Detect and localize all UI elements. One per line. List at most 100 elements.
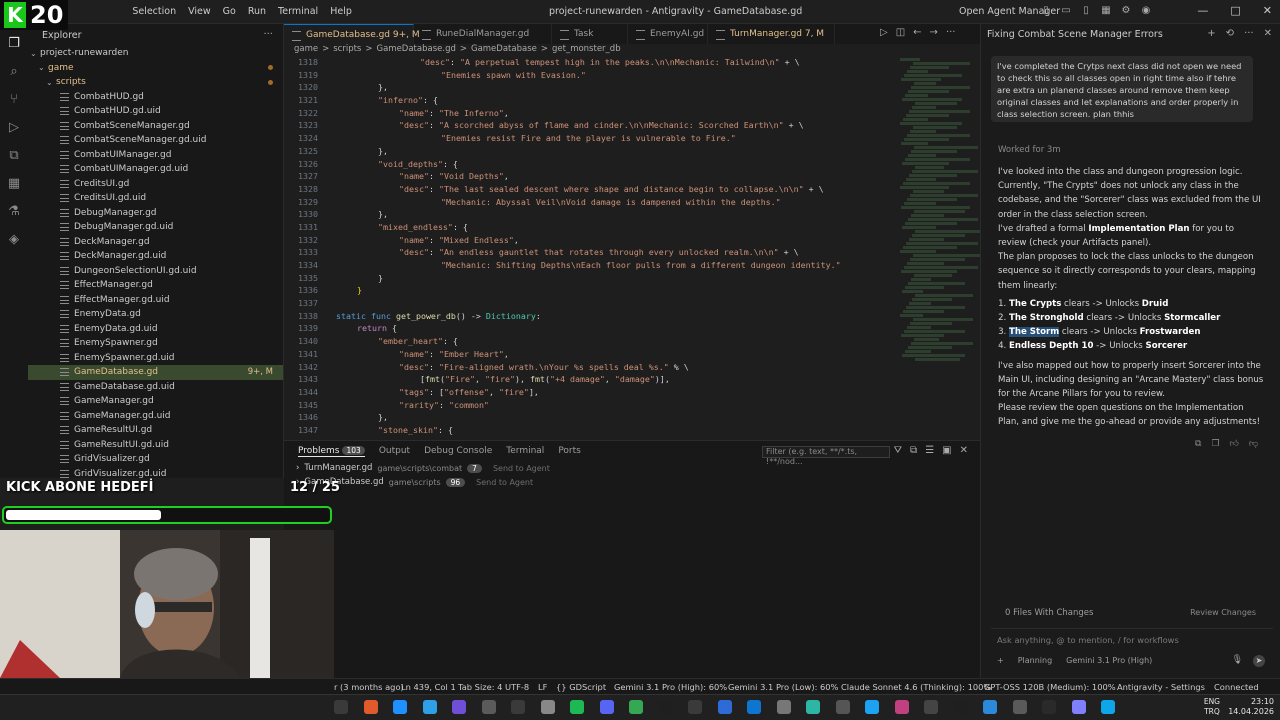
account-icon[interactable]: ◉ <box>1140 5 1152 17</box>
brave-icon[interactable] <box>363 700 378 714</box>
editor-tab[interactable]: EnemyAI.gd <box>628 24 708 44</box>
microphone-icon[interactable]: 🎙︎ <box>1232 655 1243 665</box>
more-actions-icon[interactable]: ··· <box>946 27 956 38</box>
menu-help[interactable]: Help <box>324 6 358 17</box>
split-editor-icon[interactable]: ◫ <box>896 27 905 38</box>
menu-go[interactable]: Go <box>217 6 242 17</box>
file-icon[interactable] <box>776 700 791 714</box>
run-icon[interactable]: ▷ <box>880 27 888 38</box>
discord-icon[interactable] <box>599 700 614 714</box>
testing-icon[interactable]: ⚗ <box>0 198 28 226</box>
copy-icon[interactable]: ❐ <box>1211 439 1219 449</box>
settings-icon[interactable] <box>481 700 496 714</box>
status-item[interactable]: GPT-OSS 120B (Medium): 100% <box>984 682 1116 692</box>
implementation-plan-link[interactable]: Implementation Plan <box>1088 224 1189 234</box>
thumbs-up-icon[interactable]: 👍︎ <box>1230 439 1239 449</box>
spotify-icon[interactable] <box>570 700 584 714</box>
status-item[interactable]: r (3 months ago) <box>334 682 404 692</box>
file-item[interactable]: DungeonSelectionUI.gd.uid <box>28 264 283 279</box>
send-icon[interactable]: ➤ <box>1253 655 1265 667</box>
status-item[interactable]: Gemini 3.1 Pro (Low): 60% <box>728 682 838 692</box>
app-icon[interactable] <box>953 700 968 714</box>
thumbs-down-icon[interactable]: 👎︎ <box>1249 439 1258 449</box>
file-item[interactable]: GameManager.gd <box>28 394 283 409</box>
file-item[interactable]: GameDatabase.gd.uid <box>28 380 283 395</box>
search-icon[interactable]: ⌕ <box>0 58 28 86</box>
app-icon[interactable] <box>924 700 938 714</box>
panel-tab[interactable]: Terminal <box>506 446 544 456</box>
close-panel-icon[interactable]: ✕ <box>960 445 968 456</box>
file-item[interactable]: CombatUIManager.gd.uid <box>28 162 283 177</box>
review-changes-button[interactable]: Review Changes <box>1190 608 1256 617</box>
history-icon[interactable]: ⟲ <box>1226 28 1234 39</box>
toggle-panel-icon[interactable]: ▭ <box>1060 5 1072 17</box>
breadcrumb-item[interactable]: game <box>294 44 318 57</box>
editor-tab[interactable]: Task <box>552 24 628 44</box>
app-icon[interactable] <box>835 700 850 714</box>
add-context-icon[interactable]: + <box>997 656 1004 665</box>
folder-game[interactable]: ⌄ game <box>28 61 283 76</box>
minimize-button[interactable]: — <box>1197 4 1208 17</box>
run-debug-icon[interactable]: ▷ <box>0 114 28 142</box>
panel-tab[interactable]: Problems 103 <box>298 445 365 457</box>
editor-tab[interactable]: GameDatabase.gd 9+, M <box>284 24 420 44</box>
mode-selector[interactable]: Planning <box>1018 656 1052 665</box>
forward-icon[interactable]: → <box>930 27 938 38</box>
file-item[interactable]: GridVisualizer.gd.uid <box>28 467 283 478</box>
file-item[interactable]: CombatSceneManager.gd <box>28 119 283 134</box>
status-item[interactable]: UTF-8 <box>505 682 529 692</box>
file-item[interactable]: CombatHUD.gd.uid <box>28 104 283 119</box>
file-item[interactable]: DebugManager.gd.uid <box>28 220 283 235</box>
extensions-icon[interactable]: ▦ <box>0 170 28 198</box>
photoshop-icon[interactable] <box>717 700 732 714</box>
obs-icon[interactable] <box>452 700 466 714</box>
vscode-icon[interactable] <box>983 700 997 714</box>
breadcrumb-item[interactable]: get_monster_db <box>552 44 621 57</box>
terminal-icon[interactable] <box>658 700 673 714</box>
language-indicator[interactable]: ENG TRQ <box>1204 697 1220 717</box>
file-item[interactable]: DeckManager.gd.uid <box>28 249 283 264</box>
menu-view[interactable]: View <box>182 6 217 17</box>
app-icon[interactable] <box>1101 700 1115 714</box>
telegram-icon[interactable] <box>422 700 437 714</box>
status-item[interactable]: LF <box>538 682 547 692</box>
file-item[interactable]: EnemyData.gd <box>28 307 283 322</box>
source-control-icon[interactable]: ⑂ <box>0 86 28 114</box>
file-item[interactable]: EffectManager.gd <box>28 278 283 293</box>
edge-icon[interactable] <box>393 700 407 714</box>
model-selector[interactable]: Gemini 3.1 Pro (High) <box>1066 656 1152 665</box>
editor-tab[interactable]: TurnManager.gd 7, M <box>708 24 836 44</box>
status-item[interactable]: {} GDScript <box>556 682 606 692</box>
file-item[interactable]: GameDatabase.gd 9+, M <box>28 365 283 380</box>
file-item[interactable]: GridVisualizer.gd <box>28 452 283 467</box>
file-item[interactable]: GameResultUI.gd.uid <box>28 438 283 453</box>
menu-run[interactable]: Run <box>242 6 272 17</box>
chatgpt-icon[interactable] <box>540 700 555 714</box>
status-item[interactable]: Gemini 3.1 Pro (High): 60% <box>614 682 727 692</box>
breadcrumb-item[interactable]: GameDatabase <box>471 44 537 57</box>
chrome-icon[interactable] <box>629 700 643 714</box>
breadcrumb-item[interactable]: scripts <box>333 44 361 57</box>
status-item[interactable]: Connected <box>1214 682 1259 692</box>
status-item[interactable]: Claude Sonnet 4.6 (Thinking): 100% <box>841 682 991 692</box>
send-to-agent-button[interactable]: Send to Agent <box>476 478 533 487</box>
worked-for-label[interactable]: Worked for 3m <box>998 145 1061 155</box>
menu-terminal[interactable]: Terminal <box>272 6 324 17</box>
collapse-all-icon[interactable]: ⧉ <box>910 445 917 456</box>
files-changed-label[interactable]: 0 Files With Changes <box>1005 608 1093 618</box>
file-item[interactable]: EffectManager.gd.uid <box>28 293 283 308</box>
app-icon[interactable] <box>1012 700 1027 714</box>
close-icon[interactable]: ✕ <box>1264 28 1272 39</box>
explorer-icon[interactable]: ❐ <box>0 30 28 58</box>
open-icon[interactable]: ⧉ <box>1195 439 1201 449</box>
file-item[interactable]: GameManager.gd.uid <box>28 409 283 424</box>
file-item[interactable]: EnemySpawner.gd.uid <box>28 351 283 366</box>
panel-tab[interactable]: Debug Console <box>424 446 492 456</box>
word-icon[interactable] <box>747 700 761 714</box>
app-icon[interactable] <box>894 700 909 714</box>
status-item[interactable]: Antigravity - Settings <box>1117 682 1205 692</box>
status-item[interactable]: Ln 439, Col 1 <box>401 682 456 692</box>
file-item[interactable]: EnemySpawner.gd <box>28 336 283 351</box>
maximize-button[interactable]: □ <box>1230 4 1240 17</box>
problem-file-row[interactable]: › GameDatabase.gd game\scripts 96 Send to Ag… <box>284 475 980 489</box>
